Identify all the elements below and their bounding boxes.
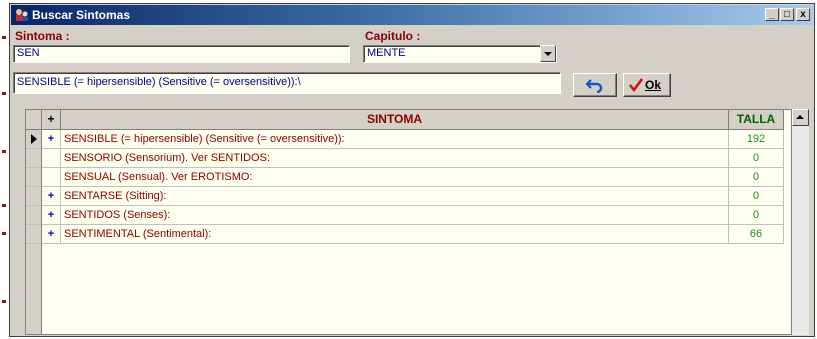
symptom-cell[interactable]: SENSORIO (Sensorium). Ver SENTIDOS: <box>61 149 729 168</box>
capitulo-label: Capitulo : <box>365 29 421 43</box>
talla-column-header[interactable]: TALLA <box>729 110 784 130</box>
edge-mark <box>2 300 6 303</box>
ok-button[interactable]: Ok <box>623 73 671 97</box>
sintoma-label: Sintoma : <box>15 29 70 43</box>
row-indicator[interactable] <box>26 206 42 225</box>
talla-cell[interactable]: 66 <box>729 225 784 244</box>
sintoma-input[interactable]: SEN <box>13 45 350 63</box>
expand-marker[interactable] <box>42 168 61 187</box>
vertical-scrollbar[interactable] <box>791 109 809 335</box>
ok-label: Ok <box>645 78 662 92</box>
undo-button[interactable] <box>573 73 617 97</box>
edge-mark <box>2 150 6 153</box>
row-indicator[interactable] <box>26 149 42 168</box>
window-title: Buscar Sintomas <box>32 8 131 22</box>
sintoma-column-header[interactable]: SINTOMA <box>61 110 729 130</box>
table-row[interactable]: + SENSIBLE (= hipersensible) (Sensitive (… <box>26 130 794 149</box>
expand-marker[interactable]: + <box>42 187 61 206</box>
expand-marker[interactable]: + <box>42 206 61 225</box>
row-indicator[interactable] <box>26 130 42 149</box>
title-bar[interactable]: Buscar Sintomas _ □ x <box>11 5 813 25</box>
row-indicator[interactable] <box>26 168 42 187</box>
maximize-button[interactable]: □ <box>780 8 794 21</box>
buscar-sintomas-window: Buscar Sintomas _ □ x Sintoma : SEN Capi… <box>9 3 815 337</box>
expand-marker[interactable]: + <box>42 130 61 149</box>
symptom-cell[interactable]: SENTARSE (Sitting): <box>61 187 729 206</box>
desktop-edge <box>0 0 9 339</box>
undo-icon <box>585 79 603 93</box>
edge-mark <box>2 204 6 207</box>
symptoms-grid: + SINTOMA TALLA + SENSIBLE (= hipersensib… <box>25 109 795 335</box>
talla-cell[interactable]: 192 <box>729 130 784 149</box>
talla-cell[interactable]: 0 <box>729 187 784 206</box>
current-row-icon <box>31 134 37 144</box>
minimize-button[interactable]: _ <box>765 8 779 21</box>
selected-symptom-field[interactable]: SENSIBLE (= hipersensible) (Sensitive (=… <box>13 72 561 94</box>
indicator-header <box>26 110 42 130</box>
symptom-cell[interactable]: SENTIDOS (Senses): <box>61 206 729 225</box>
row-indicator[interactable] <box>26 225 42 244</box>
scroll-up-icon[interactable] <box>792 109 809 126</box>
table-row[interactable]: SENSUAL (Sensual). Ver EROTISMO: 0 <box>26 168 794 187</box>
table-row[interactable]: + SENTARSE (Sitting): 0 <box>26 187 794 206</box>
symptom-cell[interactable]: SENSUAL (Sensual). Ver EROTISMO: <box>61 168 729 187</box>
edge-mark <box>2 92 6 95</box>
talla-cell[interactable]: 0 <box>729 168 784 187</box>
symptom-cell[interactable]: SENTIMENTAL (Sentimental): <box>61 225 729 244</box>
edge-mark <box>2 232 6 235</box>
row-indicator[interactable] <box>26 187 42 206</box>
indicator-filler <box>26 244 42 334</box>
expand-marker[interactable]: + <box>42 225 61 244</box>
talla-cell[interactable]: 0 <box>729 206 784 225</box>
table-row[interactable]: + SENTIDOS (Senses): 0 <box>26 206 794 225</box>
table-row[interactable]: + SENTIMENTAL (Sentimental): 66 <box>26 225 794 244</box>
symptom-cell[interactable]: SENSIBLE (= hipersensible) (Sensitive (=… <box>61 130 729 149</box>
table-row[interactable]: SENSORIO (Sensorium). Ver SENTIDOS: 0 <box>26 149 794 168</box>
edge-mark <box>2 36 6 39</box>
talla-cell[interactable]: 0 <box>729 149 784 168</box>
plus-column-header[interactable]: + <box>42 110 61 130</box>
expand-marker[interactable] <box>42 149 61 168</box>
chevron-down-icon[interactable] <box>540 45 556 62</box>
close-button[interactable]: x <box>796 8 810 21</box>
checkmark-icon <box>629 78 643 92</box>
capitulo-select[interactable]: MENTE <box>363 45 557 63</box>
app-icon <box>16 9 28 21</box>
